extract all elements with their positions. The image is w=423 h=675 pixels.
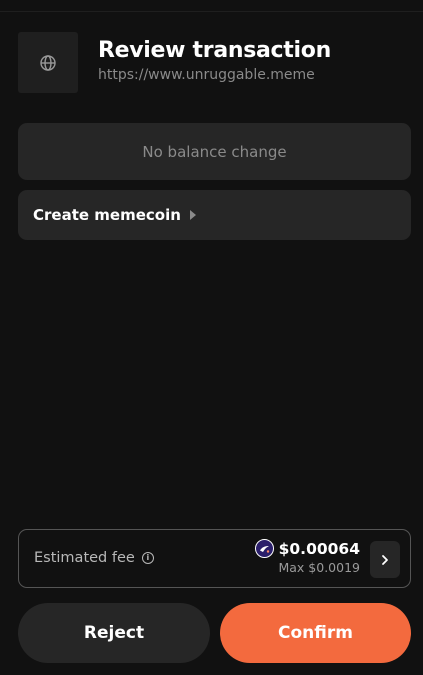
fee-label-group: Estimated fee i: [34, 550, 154, 566]
globe-icon: [40, 54, 56, 71]
transaction-header: Review transaction https://www.unruggabl…: [18, 32, 331, 93]
chevron-right-icon: [382, 554, 388, 565]
transaction-action-card[interactable]: Create memecoin: [18, 190, 411, 240]
reject-button[interactable]: Reject: [18, 603, 210, 663]
fee-amount: $0.00064: [278, 539, 360, 558]
review-transaction-screen: Review transaction https://www.unruggabl…: [0, 0, 423, 675]
caret-right-icon: [189, 210, 196, 220]
confirm-button[interactable]: Confirm: [220, 603, 411, 663]
page-title: Review transaction: [98, 38, 331, 63]
estimated-fee-box: Estimated fee i $0.00064 Max $0.0019: [18, 529, 411, 588]
fee-label: Estimated fee: [34, 550, 135, 566]
fee-values: $0.00064 Max $0.0019: [254, 539, 360, 575]
header-text: Review transaction https://www.unruggabl…: [98, 38, 331, 84]
info-icon[interactable]: i: [141, 552, 154, 564]
balance-change-text: No balance change: [142, 142, 287, 161]
site-icon-box: [18, 32, 78, 93]
top-divider: [0, 11, 423, 12]
action-label: Create memecoin: [33, 206, 181, 224]
fee-max: Max $0.0019: [278, 560, 360, 575]
fee-details-button[interactable]: [370, 541, 400, 578]
starknet-token-icon: [254, 539, 274, 558]
dapp-url: https://www.unruggable.meme: [98, 67, 315, 83]
fee-main: $0.00064: [254, 539, 360, 558]
balance-change-card: No balance change: [18, 123, 411, 180]
